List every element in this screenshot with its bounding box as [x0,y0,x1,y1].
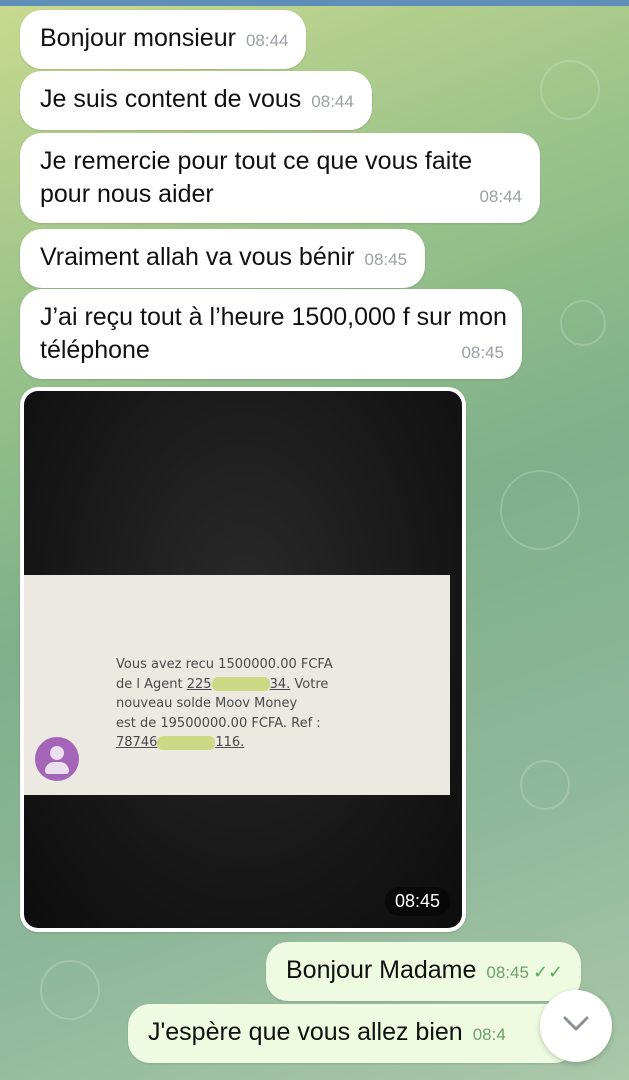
message-time: 08:45 [364,250,408,269]
redaction-mark [211,677,270,691]
photo-message[interactable]: Vous avez recu 1500000.00 FCFA de l Agen… [20,387,466,932]
message-time: 08:4 [472,1025,506,1044]
message-text: Je suis content de vous [40,85,302,113]
redaction-mark [157,735,216,750]
wallpaper-doodle [520,760,570,810]
photo-time: 08:45 [384,887,450,916]
message-time: 08:44 [311,92,354,111]
incoming-message[interactable]: J’ai reçu tout à l’heure 1500,000 f sur … [20,289,522,379]
message-text: Bonjour Madame [286,956,477,984]
message-time: 08:44 [479,187,522,206]
top-bar [0,0,629,6]
incoming-message[interactable]: Bonjour monsieur 08:44 [20,10,307,69]
agent-number-end: 34. [269,676,291,692]
message-time: 08:45 [486,963,529,982]
sms-line-prefix: de l Agent [116,676,187,692]
agent-number-start: 225 [186,676,212,692]
ref-start: 78746 [116,735,158,750]
message-text: J’ai reçu tout à l’heure 1500,000 f sur … [40,303,507,364]
incoming-message[interactable]: Je suis content de vous 08:44 [20,71,372,130]
wallpaper-doodle [540,60,600,120]
wallpaper-doodle [560,300,606,346]
person-avatar-icon [35,737,79,781]
wallpaper-doodle [40,960,100,1020]
sms-body: Vous avez recu 1500000.00 FCFA de l Agen… [116,655,416,753]
message-text: Vraiment allah va vous bénir [40,243,355,271]
message-text: Je remercie pour tout ce que vous faite … [40,147,473,208]
ref-end: 116. [215,735,245,750]
sms-line: 78746 116. [116,733,416,753]
chevron-down-icon [563,1016,589,1031]
message-text: J'espère que vous allez bien [148,1018,463,1046]
sms-line: nouveau solde Moov Money [116,696,298,711]
sms-line: de l Agent 225 34. Votre [116,675,416,695]
outgoing-message[interactable]: Bonjour Madame 08:45 ✓✓ [266,942,582,1001]
outgoing-message[interactable]: J'espère que vous allez bien 08:4 [128,1004,576,1063]
message-time: 08:45 [461,343,504,362]
wallpaper-doodle [500,470,580,550]
sms-line: est de 19500000.00 FCFA. Ref : [116,715,321,731]
message-text: Bonjour monsieur [40,24,236,52]
sms-line-suffix: Votre [290,676,329,692]
sms-line: Vous avez recu 1500000.00 FCFA [116,657,333,672]
double-check-icon: ✓✓ [532,962,564,982]
scroll-down-button[interactable] [540,990,612,1062]
sms-screenshot-photo[interactable]: Vous avez recu 1500000.00 FCFA de l Agen… [24,391,462,928]
incoming-message[interactable]: Vraiment allah va vous bénir 08:45 [20,229,426,288]
message-time: 08:44 [245,31,289,50]
incoming-message[interactable]: Je remercie pour tout ce que vous faite … [20,133,540,223]
